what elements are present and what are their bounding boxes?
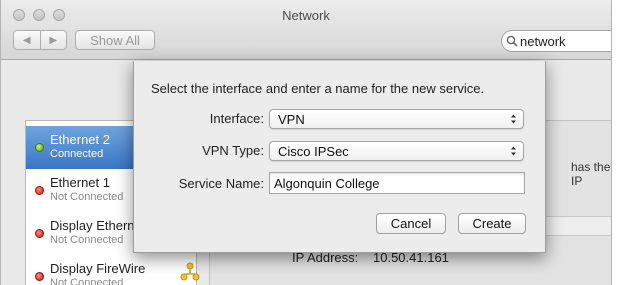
new-service-sheet: Select the interface and enter a name fo… xyxy=(133,61,546,253)
popup-arrows-icon xyxy=(511,114,516,124)
create-button[interactable]: Create xyxy=(458,213,526,234)
vpn-type-value: Cisco IPSec xyxy=(278,144,349,159)
connected-status-icon xyxy=(35,143,44,152)
disconnected-status-icon xyxy=(35,272,44,281)
service-name: Ethernet 1 xyxy=(50,175,110,190)
service-name: Ethernet 2 xyxy=(50,132,110,147)
service-name-input[interactable] xyxy=(270,173,524,193)
interface-value: VPN xyxy=(278,112,305,127)
back-forward-control: ◀ ▶ xyxy=(13,30,67,50)
disconnected-status-icon xyxy=(35,229,44,238)
service-name: Display Ethernet xyxy=(50,218,146,233)
vpn-type-popup[interactable]: Cisco IPSec xyxy=(269,141,524,161)
service-name: Display FireWire xyxy=(50,261,146,276)
configure-ipv4-popup[interactable] xyxy=(541,216,611,236)
popup-arrows-icon xyxy=(511,146,516,156)
window-title: Network xyxy=(282,8,330,23)
service-status: Connected xyxy=(50,148,104,160)
service-name-label: Service Name: xyxy=(178,176,264,191)
forward-arrow-icon[interactable]: ▶ xyxy=(39,31,67,49)
search-input[interactable]: network xyxy=(520,34,566,49)
service-name-field[interactable] xyxy=(269,172,525,194)
service-status: Not Connected xyxy=(50,234,124,246)
sheet-instructions: Select the interface and enter a name fo… xyxy=(151,81,485,96)
firewire-icon xyxy=(180,262,200,281)
interface-label: Interface: xyxy=(209,111,264,126)
service-status: Not Connected xyxy=(50,191,124,203)
interface-popup[interactable]: VPN xyxy=(269,109,524,129)
show-all-button[interactable]: Show All xyxy=(75,30,155,50)
detail-partial-text: has the IP xyxy=(571,160,611,188)
back-arrow-icon[interactable]: ◀ xyxy=(14,31,40,49)
service-item-display-firewire[interactable]: Display FireWire Not Connected xyxy=(26,255,200,285)
service-status: Not Connected xyxy=(50,277,124,285)
vpn-type-label: VPN Type: xyxy=(202,143,264,158)
disconnected-status-icon xyxy=(35,186,44,195)
title-bar: Network ◀ ▶ Show All network xyxy=(1,0,611,60)
search-icon xyxy=(506,35,518,47)
search-field[interactable]: network xyxy=(501,30,611,52)
cancel-button[interactable]: Cancel xyxy=(376,213,446,234)
